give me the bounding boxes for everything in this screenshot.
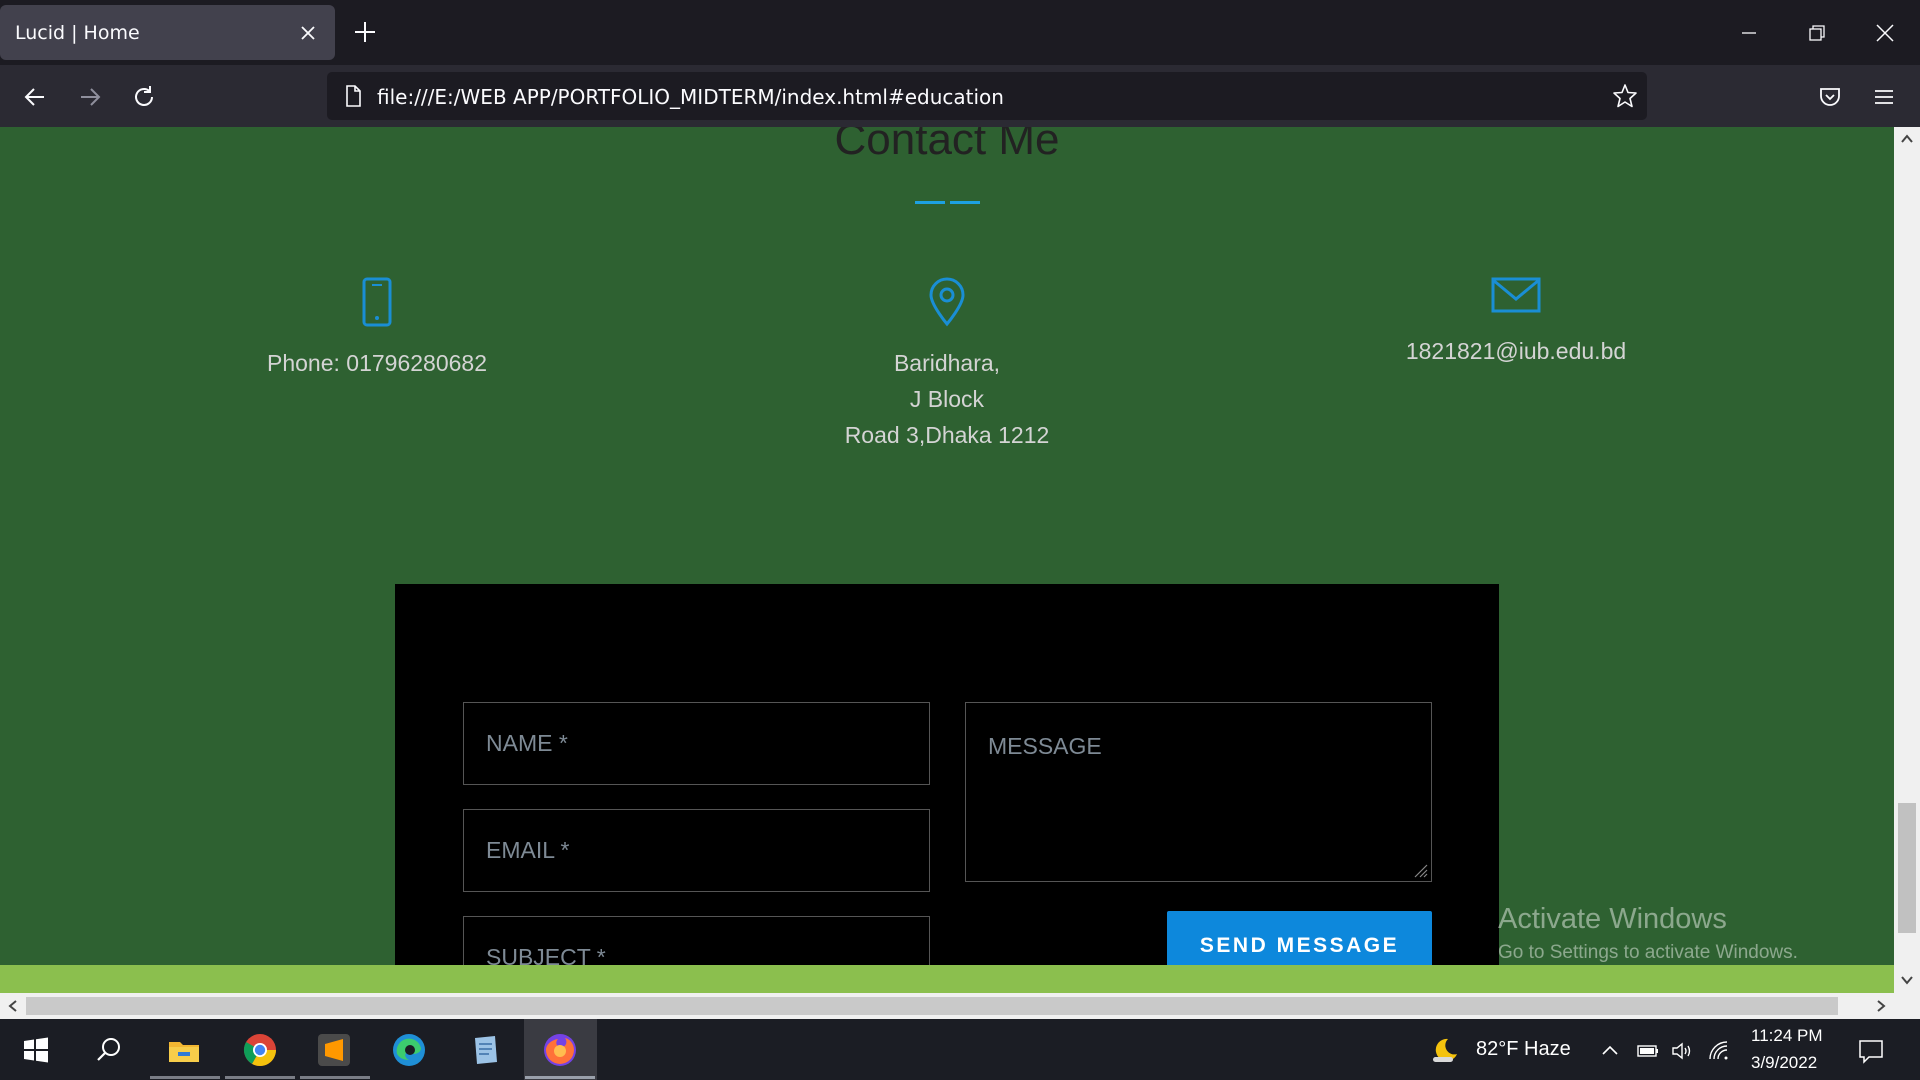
message-placeholder: MESSAGE xyxy=(988,733,1102,759)
running-indicator xyxy=(300,1076,370,1079)
clock-time[interactable]: 11:24 PM xyxy=(1751,1026,1823,1046)
restore-icon[interactable] xyxy=(1804,20,1830,46)
horizontal-scroll-thumb[interactable] xyxy=(26,997,1838,1015)
title-underline xyxy=(915,201,945,204)
reload-icon[interactable] xyxy=(131,84,157,110)
address-line: J Block xyxy=(909,386,985,412)
weather-text[interactable]: 82°F Haze xyxy=(1476,1038,1571,1061)
tab-title: Lucid | Home xyxy=(15,22,140,44)
location-pin-icon xyxy=(929,277,965,327)
running-indicator xyxy=(225,1076,295,1079)
contact-address: Baridhara, J Block Road 3,Dhaka 1212 xyxy=(667,277,1227,453)
page-icon xyxy=(346,85,361,107)
wifi-icon[interactable] xyxy=(1707,1039,1731,1063)
email-placeholder: EMAIL * xyxy=(486,837,570,863)
clock-date[interactable]: 3/9/2022 xyxy=(1751,1053,1817,1073)
address-bar[interactable]: file:///E:/WEB APP/PORTFOLIO_MIDTERM/ind… xyxy=(327,72,1647,120)
navigation-toolbar: file:///E:/WEB APP/PORTFOLIO_MIDTERM/ind… xyxy=(0,65,1920,127)
activate-windows-watermark: Activate Windows Go to Settings to activ… xyxy=(1498,903,1798,964)
running-indicator xyxy=(150,1076,220,1079)
volume-icon[interactable] xyxy=(1670,1039,1694,1063)
vertical-scroll-thumb[interactable] xyxy=(1898,803,1916,933)
title-underline xyxy=(950,201,980,204)
vertical-scrollbar[interactable] xyxy=(1894,127,1920,993)
watermark-title: Activate Windows xyxy=(1498,903,1727,935)
watermark-subtitle: Go to Settings to activate Windows. xyxy=(1498,942,1798,963)
section-title: Contact Me xyxy=(834,127,1060,164)
notification-icon[interactable] xyxy=(1857,1037,1885,1065)
close-tab-icon[interactable] xyxy=(296,21,320,45)
sublime-text-icon[interactable] xyxy=(314,1030,354,1070)
envelope-icon xyxy=(1491,277,1541,313)
windows-taskbar: 82°F Haze 11:24 PM 3/9/2022 xyxy=(0,1019,1920,1080)
contact-email: 1821821@iub.edu.bd xyxy=(1236,277,1796,369)
pocket-icon[interactable] xyxy=(1817,84,1843,110)
battery-icon[interactable] xyxy=(1636,1039,1660,1063)
address-line: Baridhara, xyxy=(893,350,1001,376)
phone-icon xyxy=(362,277,392,327)
tab-bar: Lucid | Home xyxy=(0,0,1920,65)
firefox-icon[interactable] xyxy=(540,1030,580,1070)
search-icon[interactable] xyxy=(89,1030,129,1070)
running-indicator xyxy=(525,1076,595,1079)
name-input[interactable]: NAME * xyxy=(463,702,930,785)
email-text: 1821821@iub.edu.bd xyxy=(1405,338,1627,364)
footer-strip xyxy=(0,965,1894,993)
chevron-up-icon[interactable] xyxy=(1598,1039,1622,1063)
email-input[interactable]: EMAIL * xyxy=(463,809,930,892)
scroll-right-icon[interactable] xyxy=(1871,996,1891,1016)
address-line: Road 3,Dhaka 1212 xyxy=(844,422,1050,448)
contact-phone: Phone: 01796280682 xyxy=(97,277,657,381)
file-explorer-icon[interactable] xyxy=(164,1030,204,1070)
name-placeholder: NAME * xyxy=(486,730,568,756)
bookmark-star-icon[interactable] xyxy=(1612,83,1638,109)
close-window-icon[interactable] xyxy=(1872,20,1898,46)
new-tab-icon[interactable] xyxy=(352,19,378,45)
browser-tab[interactable]: Lucid | Home xyxy=(0,5,335,60)
weather-moon-icon[interactable] xyxy=(1430,1035,1460,1065)
phone-text: Phone: 01796280682 xyxy=(267,350,487,376)
back-icon[interactable] xyxy=(22,84,48,110)
minimize-icon[interactable] xyxy=(1736,20,1762,46)
contact-form: NAME * EMAIL * SUBJECT * MESSAGE SEND ME… xyxy=(395,584,1499,993)
url-text: file:///E:/WEB APP/PORTFOLIO_MIDTERM/ind… xyxy=(377,85,1004,109)
menu-icon[interactable] xyxy=(1871,84,1897,110)
forward-icon[interactable] xyxy=(77,84,103,110)
page-viewport: Contact Me Phone: 01796280682 Baridhara,… xyxy=(0,127,1894,993)
scroll-down-icon[interactable] xyxy=(1897,970,1917,990)
start-icon[interactable] xyxy=(16,1030,56,1070)
edge-icon[interactable] xyxy=(389,1030,429,1070)
chrome-icon[interactable] xyxy=(240,1030,280,1070)
scroll-up-icon[interactable] xyxy=(1897,129,1917,149)
resize-handle-icon[interactable] xyxy=(1410,860,1428,878)
message-textarea[interactable]: MESSAGE xyxy=(965,702,1432,882)
scroll-left-icon[interactable] xyxy=(3,996,23,1016)
horizontal-scrollbar[interactable] xyxy=(0,993,1920,1019)
notepad-icon[interactable] xyxy=(465,1030,505,1070)
